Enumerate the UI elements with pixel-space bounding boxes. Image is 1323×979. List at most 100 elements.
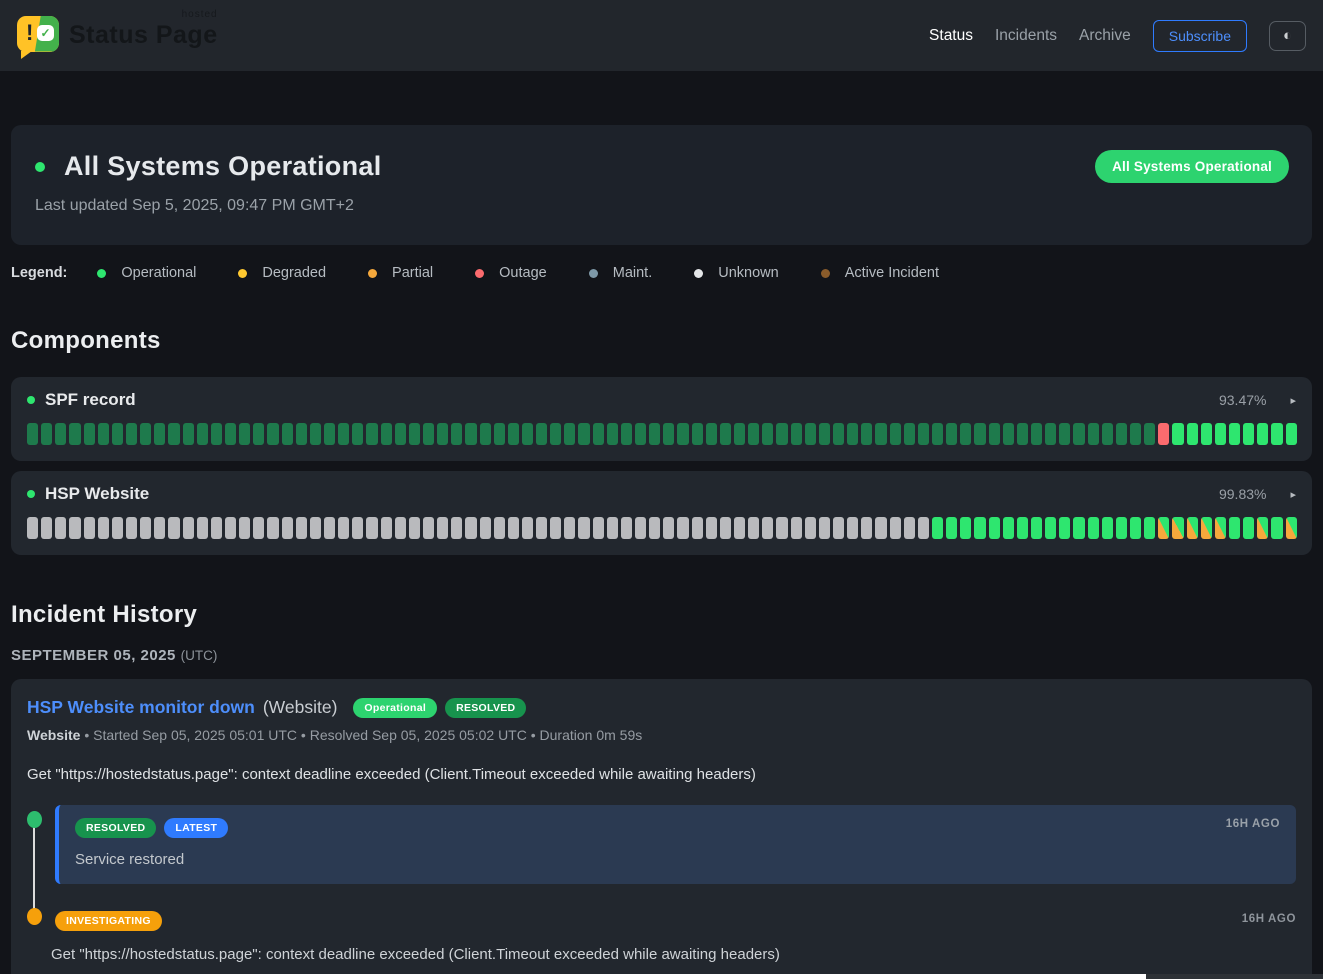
uptime-bar — [154, 423, 165, 445]
uptime-bar — [409, 517, 420, 539]
uptime-bar — [1073, 423, 1084, 445]
uptime-bar — [338, 517, 349, 539]
uptime-bar — [267, 423, 278, 445]
uptime-bar — [875, 423, 886, 445]
uptime-bar — [480, 517, 491, 539]
subscribe-button[interactable]: Subscribe — [1153, 20, 1247, 52]
uptime-bar — [310, 423, 321, 445]
uptime-bar — [112, 517, 123, 539]
nav-status[interactable]: Status — [929, 27, 973, 45]
uptime-bar — [1257, 517, 1268, 539]
uptime-bar — [734, 423, 745, 445]
legend-item-label: Operational — [121, 265, 196, 281]
uptime-bar — [211, 423, 222, 445]
uptime-bar — [1059, 517, 1070, 539]
uptime-bar — [465, 517, 476, 539]
degraded-dot-icon — [238, 269, 247, 278]
uptime-bar — [352, 423, 363, 445]
brand-logo[interactable]: ! ✓ Status Page hosted — [17, 16, 218, 56]
nav-incidents[interactable]: Incidents — [995, 27, 1057, 45]
incident-title-suffix: (Website) — [263, 697, 338, 718]
uptime-bar — [564, 517, 575, 539]
uptime-bar — [1130, 423, 1141, 445]
uptime-bar — [621, 517, 632, 539]
footer-strip — [0, 974, 1323, 979]
uptime-bar — [508, 517, 519, 539]
incident-status-pill: Operational — [353, 698, 437, 718]
uptime-bar — [27, 517, 38, 539]
uptime-bar — [960, 517, 971, 539]
incident-title-link[interactable]: HSP Website monitor down — [27, 697, 255, 718]
component-header[interactable]: SPF record 93.47% ▸ — [27, 390, 1296, 410]
uptime-bar — [564, 423, 575, 445]
uptime-bar — [1271, 423, 1282, 445]
uptime-bar — [1201, 423, 1212, 445]
uptime-bar — [126, 517, 137, 539]
uptime-bar — [27, 423, 38, 445]
timeline-line — [33, 827, 35, 915]
uptime-bar — [494, 423, 505, 445]
last-updated-text: Last updated Sep 5, 2025, 09:47 PM GMT+2 — [35, 197, 1290, 215]
uptime-bar — [578, 423, 589, 445]
uptime-bar — [253, 517, 264, 539]
uptime-bar — [550, 517, 561, 539]
uptime-bar — [805, 423, 816, 445]
legend-item-maint: Maint. — [589, 265, 653, 281]
component-header[interactable]: HSP Website 99.83% ▸ — [27, 484, 1296, 504]
component-name: SPF record — [45, 390, 136, 410]
uptime-bar — [84, 517, 95, 539]
uptime-bar — [932, 423, 943, 445]
theme-contrast-icon: ◐ — [1283, 27, 1292, 44]
uptime-bar — [946, 517, 957, 539]
uptime-bar — [607, 423, 618, 445]
uptime-bar — [890, 517, 901, 539]
legend-item-active-incident: Active Incident — [821, 265, 939, 281]
uptime-bar — [536, 517, 547, 539]
expand-arrow-icon[interactable]: ▸ — [1290, 488, 1296, 501]
uptime-bar — [41, 423, 52, 445]
component-status-dot-icon — [27, 396, 35, 404]
uptime-bar — [1286, 423, 1297, 445]
uptime-bar — [1017, 423, 1028, 445]
uptime-bar — [692, 423, 703, 445]
uptime-bar — [932, 517, 943, 539]
uptime-bar — [593, 517, 604, 539]
uptime-bar — [338, 423, 349, 445]
exclamation-icon: ! — [26, 20, 33, 46]
component-card-hsp-website: HSP Website 99.83% ▸ — [11, 471, 1312, 555]
legend-item-degraded: Degraded — [238, 265, 326, 281]
statuspage-logo-icon: ! ✓ — [17, 16, 59, 56]
component-status-dot-icon — [27, 490, 35, 498]
uptime-bar — [494, 517, 505, 539]
update-message: Service restored — [75, 851, 1280, 868]
uptime-bar — [776, 423, 787, 445]
legend-label: Legend: — [11, 265, 67, 281]
theme-toggle-button[interactable]: ◐ — [1269, 21, 1306, 51]
uptime-bar — [55, 423, 66, 445]
expand-arrow-icon[interactable]: ▸ — [1290, 394, 1296, 407]
incident-date-timezone: (UTC) — [181, 648, 218, 663]
component-uptime-percent: 93.47% — [1219, 392, 1266, 408]
uptime-bar — [748, 423, 759, 445]
uptime-bar — [183, 423, 194, 445]
uptime-bar — [1017, 517, 1028, 539]
uptime-bar — [1187, 517, 1198, 539]
uptime-bar — [282, 423, 293, 445]
uptime-bar — [1243, 517, 1254, 539]
uptime-bar — [536, 423, 547, 445]
uptime-bar — [960, 423, 971, 445]
update-timestamp: 16H AGO — [1242, 913, 1296, 925]
uptime-bar — [69, 517, 80, 539]
uptime-bar — [84, 423, 95, 445]
uptime-bar — [1003, 423, 1014, 445]
status-banner: All Systems Operational Last updated Sep… — [11, 125, 1312, 245]
uptime-bar — [974, 517, 985, 539]
incident-timeline: RESOLVED LATEST 16H AGO Service restored… — [27, 805, 1296, 963]
uptime-bar — [508, 423, 519, 445]
uptime-bar — [140, 423, 151, 445]
uptime-bar — [211, 517, 222, 539]
uptime-bar — [366, 423, 377, 445]
uptime-bar — [1045, 517, 1056, 539]
nav-archive[interactable]: Archive — [1079, 27, 1131, 45]
uptime-bar — [1102, 517, 1113, 539]
